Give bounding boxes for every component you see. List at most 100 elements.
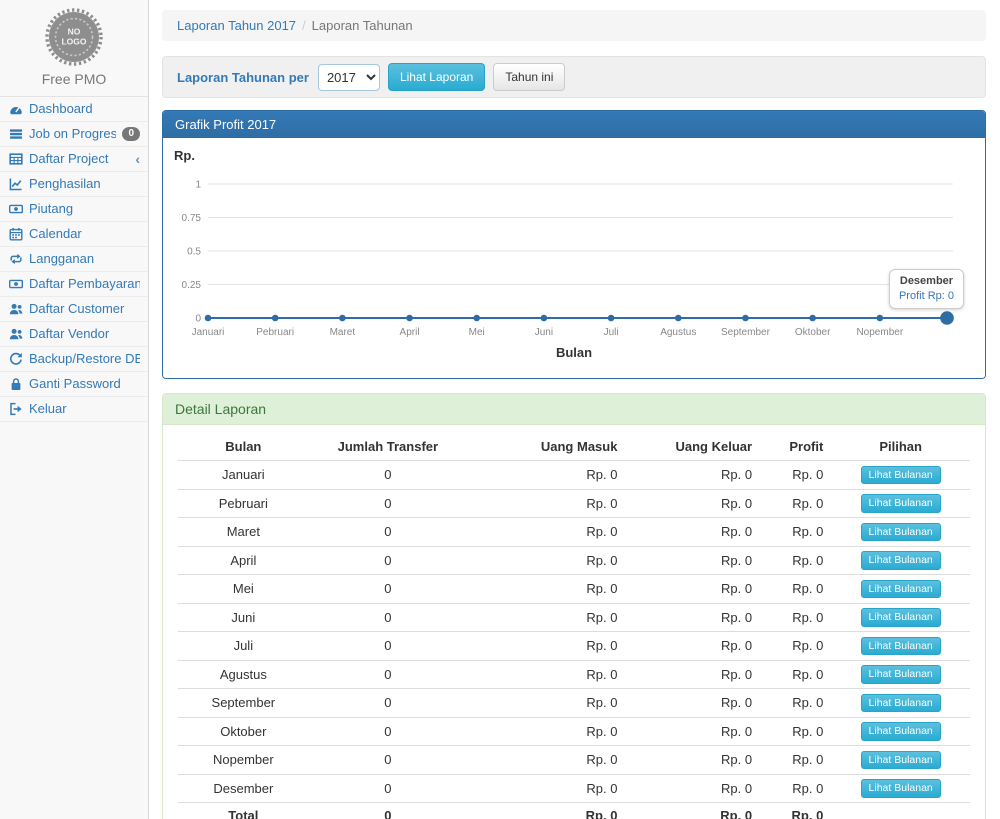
cell-jumlah-transfer: 0	[309, 774, 467, 803]
cell-pilihan: Lihat Bulanan	[831, 689, 970, 718]
sign-out-icon	[9, 402, 23, 416]
table-row: Juni0Rp. 0Rp. 0Rp. 0Lihat Bulanan	[178, 603, 970, 632]
cell-uang-masuk: Rp. 0	[467, 603, 625, 632]
sidebar-item-label: Daftar Pembayaran	[29, 276, 140, 292]
cell-pilihan: Lihat Bulanan	[831, 660, 970, 689]
lihat-bulanan-button[interactable]: Lihat Bulanan	[861, 466, 941, 485]
sidebar-item-ganti-password[interactable]: Ganti Password	[0, 372, 148, 397]
money-icon	[9, 277, 23, 291]
cell-pilihan: Lihat Bulanan	[831, 575, 970, 604]
cell-uang-keluar: Rp. 0	[625, 774, 760, 803]
lihat-laporan-button[interactable]: Lihat Laporan	[388, 63, 485, 91]
sidebar-item-daftar-vendor[interactable]: Daftar Vendor	[0, 322, 148, 347]
chart-panel-title: Grafik Profit 2017	[163, 111, 985, 138]
cell-uang-masuk: Rp. 0	[467, 689, 625, 718]
breadcrumb-link-laporan-tahun[interactable]: Laporan Tahun 2017	[177, 18, 296, 33]
lihat-bulanan-button[interactable]: Lihat Bulanan	[861, 665, 941, 684]
cell-pilihan: Lihat Bulanan	[831, 461, 970, 490]
cell-profit: Rp. 0	[760, 489, 831, 518]
sidebar-item-label: Dashboard	[29, 101, 140, 117]
lihat-bulanan-button[interactable]: Lihat Bulanan	[861, 494, 941, 513]
report-table: BulanJumlah TransferUang MasukUang Kelua…	[178, 433, 970, 819]
sidebar-item-penghasilan[interactable]: Penghasilan	[0, 172, 148, 197]
sidebar-item-label: Calendar	[29, 226, 140, 242]
svg-text:0.75: 0.75	[182, 213, 202, 224]
sidebar-item-dashboard[interactable]: Dashboard	[0, 97, 148, 122]
table-row: April0Rp. 0Rp. 0Rp. 0Lihat Bulanan	[178, 546, 970, 575]
cell-profit: Rp. 0	[760, 774, 831, 803]
users-icon	[9, 327, 23, 341]
sidebar-item-langganan[interactable]: Langganan	[0, 247, 148, 272]
lihat-bulanan-button[interactable]: Lihat Bulanan	[861, 551, 941, 570]
tooltip-month: Desember	[899, 275, 954, 287]
svg-text:0.5: 0.5	[187, 247, 201, 258]
cell-jumlah-transfer: 0	[309, 489, 467, 518]
sidebar-item-keluar[interactable]: Keluar	[0, 397, 148, 422]
cell-jumlah-transfer: 0	[309, 660, 467, 689]
cell-uang-keluar: Rp. 0	[625, 461, 760, 490]
sidebar-nav: Dashboard Job on Progress0Daftar Project‹…	[0, 97, 148, 422]
cell-bulan: Pebruari	[178, 489, 309, 518]
table-row: Maret0Rp. 0Rp. 0Rp. 0Lihat Bulanan	[178, 518, 970, 547]
cell-profit: Rp. 0	[760, 603, 831, 632]
column-header-pilihan: Pilihan	[831, 433, 970, 461]
retweet-icon	[9, 252, 23, 266]
cell-pilihan: Lihat Bulanan	[831, 489, 970, 518]
cell-uang-keluar: Rp. 0	[625, 746, 760, 775]
breadcrumb-separator: /	[302, 18, 306, 33]
cell-uang-masuk: Rp. 0	[467, 546, 625, 575]
cell-jumlah-transfer: 0	[309, 746, 467, 775]
table-row: Nopember0Rp. 0Rp. 0Rp. 0Lihat Bulanan	[178, 746, 970, 775]
lihat-bulanan-button[interactable]: Lihat Bulanan	[861, 751, 941, 770]
sidebar-item-label: Penghasilan	[29, 176, 140, 192]
sidebar-item-job-on-progress[interactable]: Job on Progress0	[0, 122, 148, 147]
lihat-bulanan-button[interactable]: Lihat Bulanan	[861, 608, 941, 627]
sidebar-item-label: Daftar Customer	[29, 301, 140, 317]
cell-pilihan: Lihat Bulanan	[831, 632, 970, 661]
cell-jumlah-transfer: 0	[309, 603, 467, 632]
sidebar-item-daftar-project[interactable]: Daftar Project‹	[0, 147, 148, 172]
cell-bulan: Oktober	[178, 717, 309, 746]
sidebar-item-piutang[interactable]: Piutang	[0, 197, 148, 222]
lihat-bulanan-button[interactable]: Lihat Bulanan	[861, 637, 941, 656]
svg-text:Agustus: Agustus	[660, 327, 696, 338]
sidebar-item-calendar[interactable]: Calendar	[0, 222, 148, 247]
detail-report-panel: Detail Laporan BulanJumlah TransferUang …	[162, 393, 986, 819]
users-icon	[9, 302, 23, 316]
cell-pilihan: Lihat Bulanan	[831, 546, 970, 575]
cell-bulan: September	[178, 689, 309, 718]
calendar-icon	[9, 227, 23, 241]
column-header-bulan: Bulan	[178, 433, 309, 461]
breadcrumb-current: Laporan Tahunan	[312, 18, 413, 33]
cell-uang-keluar: Rp. 0	[625, 803, 760, 819]
cell-profit: Rp. 0	[760, 717, 831, 746]
sidebar-item-daftar-customer[interactable]: Daftar Customer	[0, 297, 148, 322]
detail-panel-body: BulanJumlah TransferUang MasukUang Kelua…	[163, 425, 985, 819]
sidebar-item-label: Keluar	[29, 401, 140, 417]
svg-text:Juni: Juni	[535, 327, 553, 338]
cell-profit: Rp. 0	[760, 632, 831, 661]
progress-count-badge: 0	[122, 127, 140, 141]
column-header-uang-keluar: Uang Keluar	[625, 433, 760, 461]
chart-x-axis-label: Bulan	[163, 345, 985, 360]
lihat-bulanan-button[interactable]: Lihat Bulanan	[861, 722, 941, 741]
lihat-bulanan-button[interactable]: Lihat Bulanan	[861, 523, 941, 542]
sidebar-item-backup-restore-db[interactable]: Backup/Restore DB	[0, 347, 148, 372]
lihat-bulanan-button[interactable]: Lihat Bulanan	[861, 694, 941, 713]
sidebar-item-label: Daftar Project	[29, 151, 129, 167]
cell-profit: Rp. 0	[760, 689, 831, 718]
column-header-uang-masuk: Uang Masuk	[467, 433, 625, 461]
cell-uang-masuk: Rp. 0	[467, 746, 625, 775]
lihat-bulanan-button[interactable]: Lihat Bulanan	[861, 779, 941, 798]
sidebar-item-daftar-pembayaran[interactable]: Daftar Pembayaran	[0, 272, 148, 297]
cell-uang-masuk: Rp. 0	[467, 489, 625, 518]
no-logo-badge: NO LOGO	[45, 8, 103, 66]
annual-report-filter: Laporan Tahunan per 2017 Lihat Laporan T…	[162, 56, 986, 98]
tahun-ini-button[interactable]: Tahun ini	[493, 63, 565, 91]
lihat-bulanan-button[interactable]: Lihat Bulanan	[861, 580, 941, 599]
filter-label: Laporan Tahunan per	[177, 70, 309, 85]
chart-area: 00.250.50.751JanuariPebruariMaretAprilMe…	[163, 138, 985, 378]
cell-bulan: April	[178, 546, 309, 575]
year-select[interactable]: 2017	[318, 64, 380, 91]
cell-uang-masuk: Rp. 0	[467, 575, 625, 604]
